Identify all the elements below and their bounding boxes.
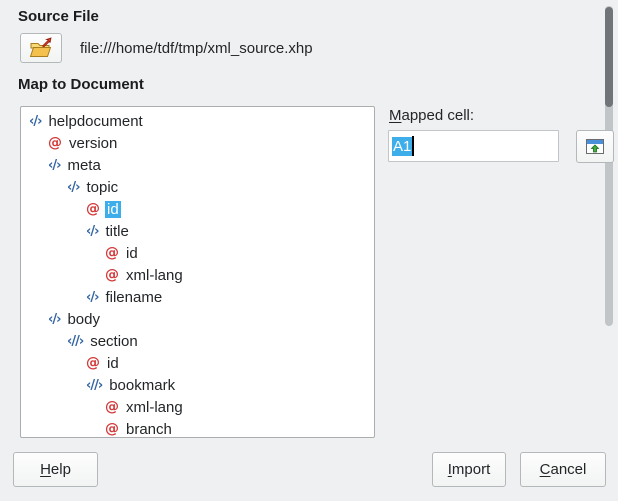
tree-node[interactable]: @ id (21, 242, 374, 264)
open-folder-icon (29, 37, 53, 59)
element-repeat-icon: ‹//› (67, 334, 83, 349)
element-icon: ‹/› (86, 290, 98, 305)
xml-structure-tree[interactable]: ‹/› helpdocument @ version ‹/› meta ‹/› … (20, 106, 375, 438)
browse-file-button[interactable] (20, 33, 62, 63)
tree-node-label: body (65, 311, 102, 328)
tree-node[interactable]: @ id (21, 198, 374, 220)
shrink-button[interactable] (576, 130, 614, 163)
tree-node-label: title (103, 223, 130, 240)
tree-node-label: xml-lang (124, 399, 185, 416)
text-caret (412, 136, 414, 156)
tree-node[interactable]: @ xml-lang (21, 264, 374, 286)
tree-node[interactable]: ‹//› section (21, 330, 374, 352)
tree-node[interactable]: ‹/› filename (21, 286, 374, 308)
element-icon: ‹/› (86, 224, 98, 239)
source-file-heading: Source File (18, 8, 99, 25)
attribute-icon: @ (48, 135, 62, 151)
tree-scrollbar-thumb[interactable] (605, 7, 613, 107)
attribute-icon: @ (86, 201, 100, 217)
import-button[interactable]: Import (432, 452, 506, 487)
tree-node[interactable]: ‹//› bookmark (21, 374, 374, 396)
attribute-icon: @ (105, 267, 119, 283)
tree-node-label: id (105, 201, 121, 218)
tree-node-label: topic (84, 179, 120, 196)
tree-node[interactable]: @ branch (21, 418, 374, 438)
tree-node-label: xml-lang (124, 267, 185, 284)
tree-node[interactable]: ‹/› helpdocument (21, 110, 374, 132)
tree-node[interactable]: @ version (21, 132, 374, 154)
source-file-path: file:///home/tdf/tmp/xml_source.xhp (80, 40, 313, 57)
help-button[interactable]: Help (13, 452, 98, 487)
attribute-icon: @ (86, 355, 100, 371)
tree-node-label: version (67, 135, 119, 152)
tree-node[interactable]: ‹/› title (21, 220, 374, 242)
attribute-icon: @ (105, 399, 119, 415)
tree-node-label: id (105, 355, 121, 372)
element-icon: ‹/› (48, 158, 60, 173)
cancel-button[interactable]: Cancel (520, 452, 606, 487)
tree-node-label: id (124, 245, 140, 262)
xml-source-dialog: { "source_file": { "heading": "Source Fi… (0, 0, 618, 501)
shrink-icon (585, 138, 605, 155)
mapped-cell-input[interactable]: A1 (388, 130, 559, 162)
tree-node-label: meta (65, 157, 102, 174)
tree-node-label: branch (124, 421, 174, 438)
tree-node[interactable]: ‹/› topic (21, 176, 374, 198)
element-icon: ‹/› (48, 312, 60, 327)
tree-node-label: section (88, 333, 140, 350)
map-to-document-heading: Map to Document (18, 76, 144, 93)
element-icon: ‹/› (29, 114, 41, 129)
attribute-icon: @ (105, 245, 119, 261)
tree-node[interactable]: ‹/› body (21, 308, 374, 330)
attribute-icon: @ (105, 421, 119, 437)
mapped-cell-value: A1 (392, 137, 412, 156)
tree-node[interactable]: ‹/› meta (21, 154, 374, 176)
tree-node[interactable]: @ id (21, 352, 374, 374)
tree-node[interactable]: @ xml-lang (21, 396, 374, 418)
element-icon: ‹/› (67, 180, 79, 195)
element-repeat-icon: ‹//› (86, 378, 102, 393)
mapped-cell-label: Mapped cell: (389, 107, 474, 124)
tree-node-label: helpdocument (46, 113, 144, 130)
tree-node-label: bookmark (107, 377, 177, 394)
tree-node-label: filename (103, 289, 164, 306)
